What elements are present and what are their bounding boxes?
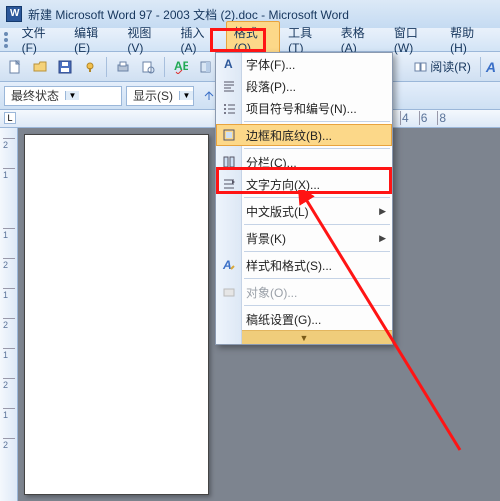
research-icon[interactable] [195,56,217,78]
styles-icon: A [220,256,238,274]
dropdown-icon[interactable]: ▼ [65,91,79,100]
new-icon[interactable] [4,56,26,78]
spellcheck-icon[interactable]: AB [170,56,192,78]
ruler-scale: 468 [400,112,500,124]
menu-separator [244,121,390,122]
open-icon[interactable] [29,56,51,78]
print-icon[interactable] [112,56,134,78]
submenu-arrow-icon: ▶ [379,206,386,217]
menu-asian-layout[interactable]: 中文版式(L) ▶ [216,200,392,222]
menu-paragraph[interactable]: 段落(P)... [216,75,392,97]
vertical-ruler[interactable]: 2 1 1 2 1 2 1 2 1 2 [0,128,18,501]
format-menu: A 字体(F)... 段落(P)... 项目符号和编号(N)... 边框和底纹(… [215,52,393,345]
permission-icon[interactable] [79,56,101,78]
tab-selector-icon[interactable]: L [4,112,16,124]
menu-text-direction[interactable]: 文字方向(X)... [216,173,392,195]
menu-window[interactable]: 窗口(W) [386,21,442,58]
read-label: 阅读(R) [430,58,471,75]
text-direction-icon [220,175,238,193]
dropdown-icon[interactable]: ▼ [179,91,193,100]
font-icon: A [220,55,238,73]
borders-icon [220,126,238,144]
columns-icon [220,153,238,171]
menu-separator [244,224,390,225]
paragraph-icon [220,77,238,95]
menu-styles-formatting[interactable]: A 样式和格式(S)... [216,254,392,276]
menu-columns[interactable]: 分栏(C)... [216,151,392,173]
print-preview-icon[interactable] [137,56,159,78]
show-label: 显示(S) [127,87,179,104]
menu-font[interactable]: A 字体(F)... [216,53,392,75]
menu-bullets-numbering[interactable]: 项目符号和编号(N)... [216,97,392,119]
menu-separator [244,197,390,198]
window-title: 新建 Microsoft Word 97 - 2003 文档 (2).doc -… [28,6,349,23]
toolbar-separator [480,57,481,77]
font-style-icon[interactable]: A [486,56,496,78]
svg-text:A: A [222,258,232,272]
menu-file[interactable]: 文件(F) [14,21,67,58]
toolbar-separator [106,57,107,77]
svg-text:A: A [224,57,233,71]
menu-background[interactable]: 背景(K) ▶ [216,227,392,249]
menu-view[interactable]: 视图(V) [119,21,172,58]
menu-object: 对象(O)... [216,281,392,303]
submenu-arrow-icon: ▶ [379,233,386,244]
grip-icon[interactable] [4,32,10,48]
menu-separator [244,251,390,252]
read-button[interactable]: 阅读(R) [410,56,475,78]
menubar: 文件(F) 编辑(E) 视图(V) 插入(A) 格式(O) 工具(T) 表格(A… [0,28,500,52]
app-icon [6,6,22,22]
menu-separator [244,148,390,149]
list-icon [220,99,238,117]
menu-borders-shading[interactable]: 边框和底纹(B)... [216,124,392,146]
menu-edit[interactable]: 编辑(E) [66,21,119,58]
menu-separator [244,278,390,279]
object-icon [220,283,238,301]
menu-expand[interactable]: ▼ [216,330,392,344]
review-display-combo[interactable]: 最终状态 ▼ [4,86,122,106]
menu-help[interactable]: 帮助(H) [442,21,496,58]
toolbar-separator [164,57,165,77]
chevron-down-icon: ▼ [300,333,309,343]
review-display-value: 最终状态 [5,87,65,104]
book-icon [414,61,428,73]
save-icon[interactable] [54,56,76,78]
menu-separator [244,305,390,306]
show-combo[interactable]: 显示(S) ▼ [126,86,194,106]
menu-manuscript-settings[interactable]: 稿纸设置(G)... [216,308,392,330]
document-page[interactable] [24,134,209,495]
